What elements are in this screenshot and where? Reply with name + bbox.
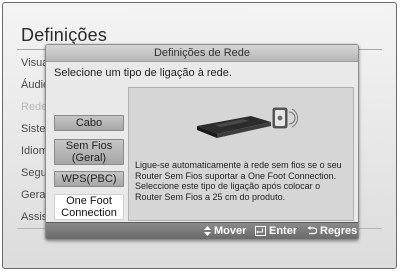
menu-item-rede[interactable]: Rede [21,101,47,113]
description-panel: Ligue-se automaticamente à rede sem fios… [128,87,354,221]
option-wps-pbc[interactable]: WPS(PBC) [54,171,124,187]
enter-label: Enter [269,225,298,237]
up-down-arrows-icon [204,226,211,236]
option-cabo[interactable]: Cabo [54,115,124,131]
return-hint: Regres. [307,223,359,239]
network-settings-dialog: Definições de Rede Selecione um tipo de … [45,44,359,240]
dialog-instruction: Selecione um tipo de ligação à rede. [54,67,232,79]
option-one-foot-connection[interactable]: One Foot Connection [54,194,124,220]
tv-screen: Definições Visual Áudio Rede Sistema Idi… [2,2,397,269]
option-description: Ligue-se automaticamente à rede sem fios… [135,160,342,202]
router-device-illustration [197,107,299,138]
dialog-footer: Mover Enter Regres. [46,222,358,239]
menu-item-geral[interactable]: Geral [21,189,48,201]
page-title: Definições [21,25,108,45]
move-hint: Mover [204,223,246,239]
enter-hint: Enter [255,223,297,239]
option-sem-fios-geral[interactable]: Sem Fios (Geral) [54,139,124,165]
return-label: Regres. [320,225,359,237]
move-label: Mover [214,225,247,237]
dialog-title: Definições de Rede [46,45,358,62]
return-icon [307,226,317,236]
enter-key-icon [255,226,266,236]
